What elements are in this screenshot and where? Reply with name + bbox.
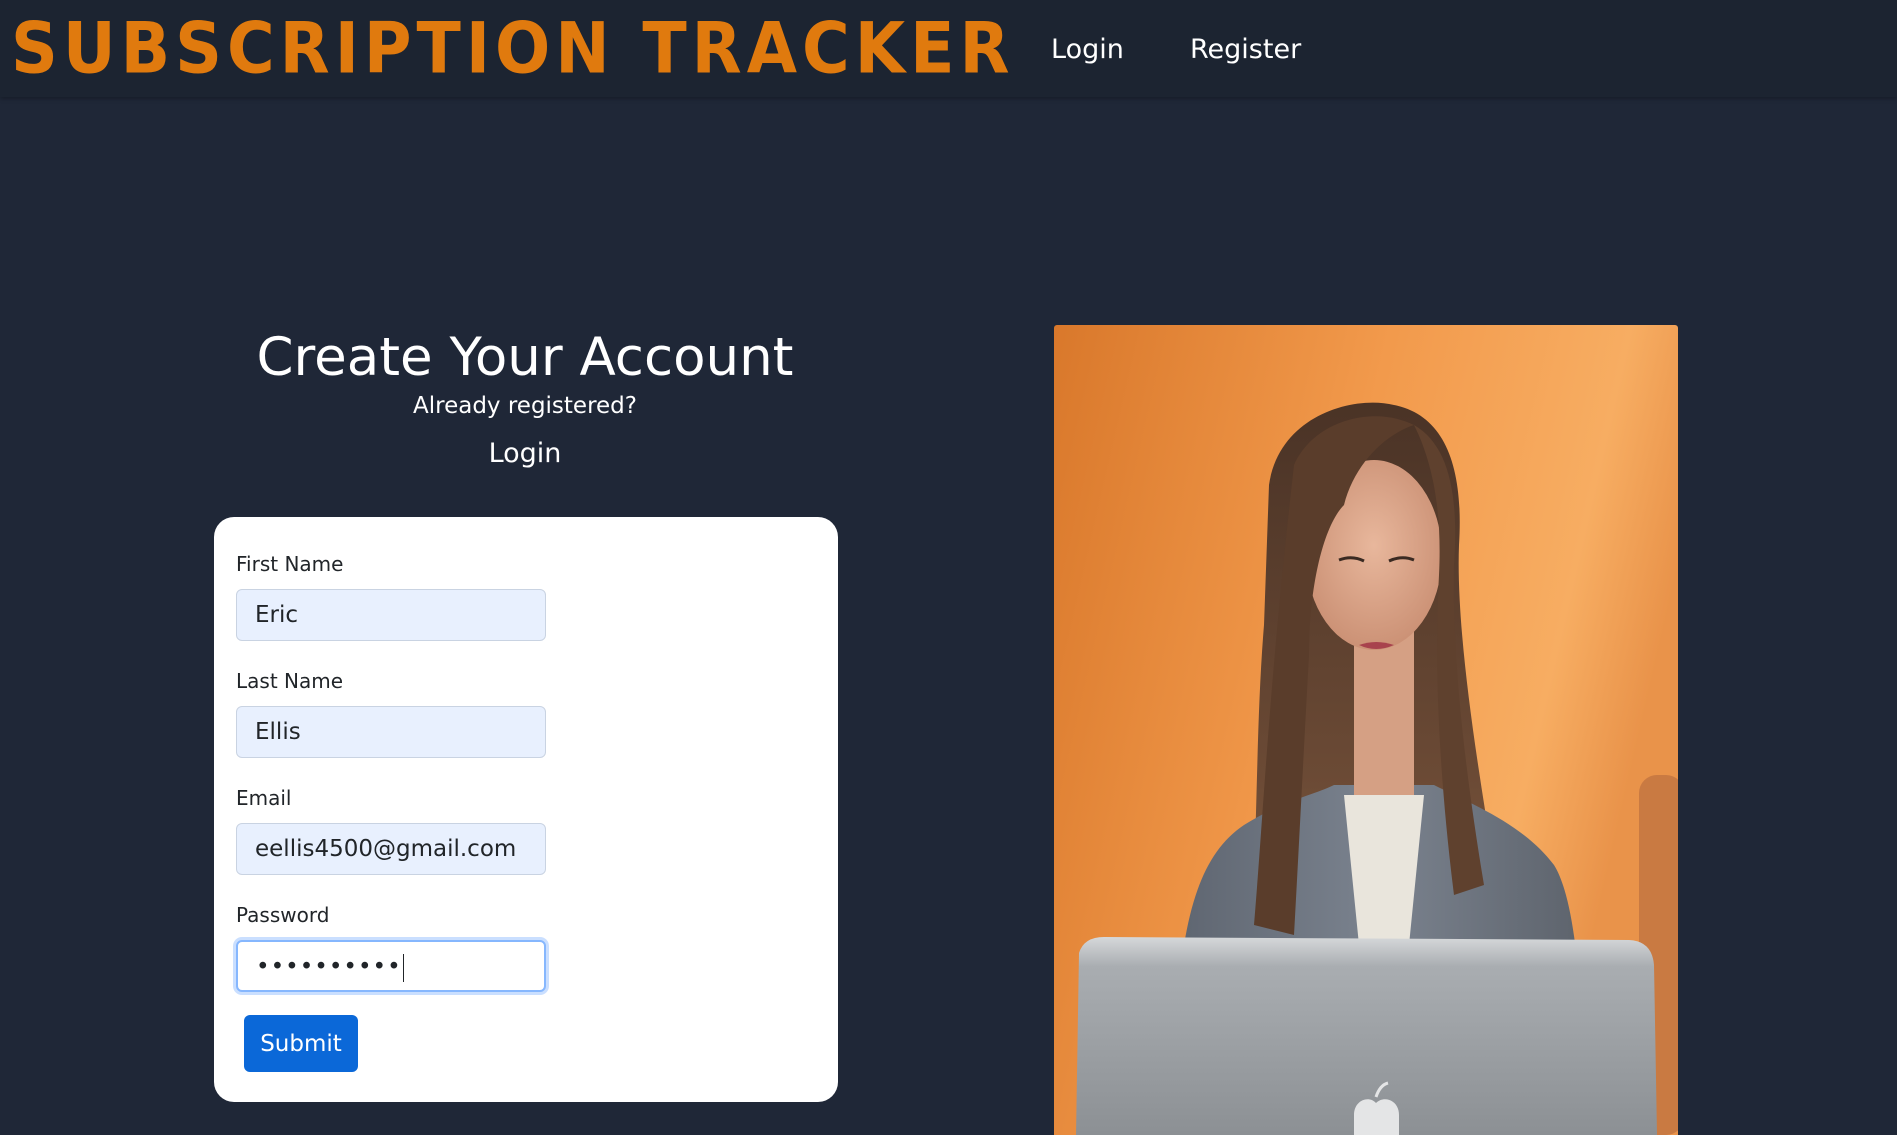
login-link[interactable]: Login bbox=[489, 437, 562, 471]
password-label: Password bbox=[236, 903, 330, 927]
text-cursor bbox=[402, 953, 404, 982]
already-registered-text: Already registered? bbox=[413, 393, 637, 419]
last-name-label: Last Name bbox=[236, 669, 344, 693]
email-input[interactable]: eellis4500@gmail.com bbox=[236, 823, 546, 875]
submit-button[interactable]: Submit bbox=[244, 1015, 358, 1072]
last-name-input[interactable]: Ellis bbox=[236, 706, 546, 758]
nav-login-link[interactable]: Login bbox=[1051, 34, 1124, 65]
first-name-input[interactable]: Eric bbox=[236, 589, 546, 641]
page-heading: Create Your Account Already registered? … bbox=[214, 325, 836, 471]
registration-form-card: First Name Eric Last Name Ellis Email ee… bbox=[214, 517, 838, 1102]
password-masked-value: •••••••••• bbox=[256, 954, 402, 980]
hero-photo-woman-laptop bbox=[1054, 325, 1678, 1135]
brand-logo-text[interactable]: SUBSCRIPTION TRACKER bbox=[11, 7, 1015, 93]
email-label: Email bbox=[236, 786, 292, 810]
password-input[interactable]: •••••••••• bbox=[236, 940, 546, 992]
first-name-label: First Name bbox=[236, 552, 344, 576]
page-title: Create Your Account bbox=[256, 327, 794, 388]
nav-register-link[interactable]: Register bbox=[1190, 34, 1301, 65]
navbar: SUBSCRIPTION TRACKER Login Register bbox=[0, 0, 1897, 97]
